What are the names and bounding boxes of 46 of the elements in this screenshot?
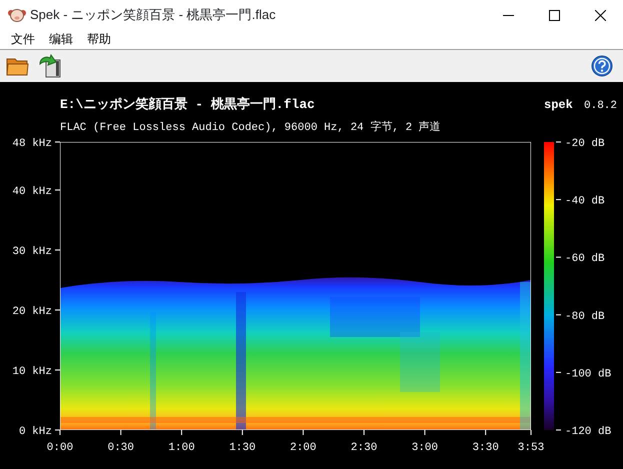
menu-item[interactable]: 文件 (4, 30, 42, 49)
time-label: 2:30 (350, 442, 378, 454)
decibel-label: -100 dB (565, 368, 612, 380)
time-label: 0:00 (46, 442, 74, 454)
menu-item[interactable]: 编辑 (42, 30, 80, 49)
tick-mark (530, 430, 532, 436)
file-path: E:\ニッポン笑顔百景 - 桃黒亭一門.flac (60, 97, 315, 112)
tick-mark (556, 256, 562, 258)
tick-mark (242, 430, 243, 436)
tick-mark (302, 430, 304, 436)
frequency-label: 48 kHz (12, 138, 52, 150)
tick-mark (181, 430, 182, 436)
maximize-icon (548, 10, 560, 20)
tick-mark (556, 314, 562, 316)
close-icon (594, 10, 606, 20)
tick-mark (556, 199, 562, 200)
time-label: 1:30 (229, 442, 256, 454)
decibel-label: -80 dB (565, 310, 605, 323)
tick-mark (556, 372, 562, 373)
time-label: 2:00 (290, 442, 316, 454)
decibel-label: -120 dB (565, 426, 612, 438)
file-info: FLAC (Free Lossless Audio Codec), 96000 Hz, 24 字节, 2 声道 (60, 122, 441, 134)
frequency-label: 0 kHz (18, 426, 52, 438)
tick-mark (485, 430, 486, 436)
app-icon (8, 8, 26, 22)
frequency-label: 30 kHz (12, 246, 52, 258)
time-label: 1:00 (168, 442, 195, 454)
version-label: 0.8.2 (584, 100, 618, 112)
menu-item[interactable]: 帮助 (80, 30, 118, 49)
decibel-label: -20 dB (565, 138, 605, 150)
frequency-label: 40 kHz (12, 186, 52, 198)
time-label: 3:00 (412, 442, 438, 454)
frequency-label: 10 kHz (12, 366, 52, 378)
frequency-label: 20 kHz (12, 306, 52, 318)
time-label: 3:30 (472, 442, 499, 454)
document-arrow-icon (38, 54, 62, 78)
tick-mark (120, 430, 122, 436)
app-name: spek (544, 98, 573, 112)
window-title: Spek - ニッポン笑顔百景 - 桃黒亭一門.flac (30, 6, 276, 24)
decibel-label: -60 dB (565, 253, 605, 266)
time-label: 3:53 (518, 442, 544, 454)
tick-mark (424, 430, 426, 436)
help-icon (591, 55, 613, 77)
help-button[interactable] (589, 53, 615, 79)
time-label: 0:30 (108, 442, 134, 454)
decibel-label: -40 dB (565, 196, 605, 208)
